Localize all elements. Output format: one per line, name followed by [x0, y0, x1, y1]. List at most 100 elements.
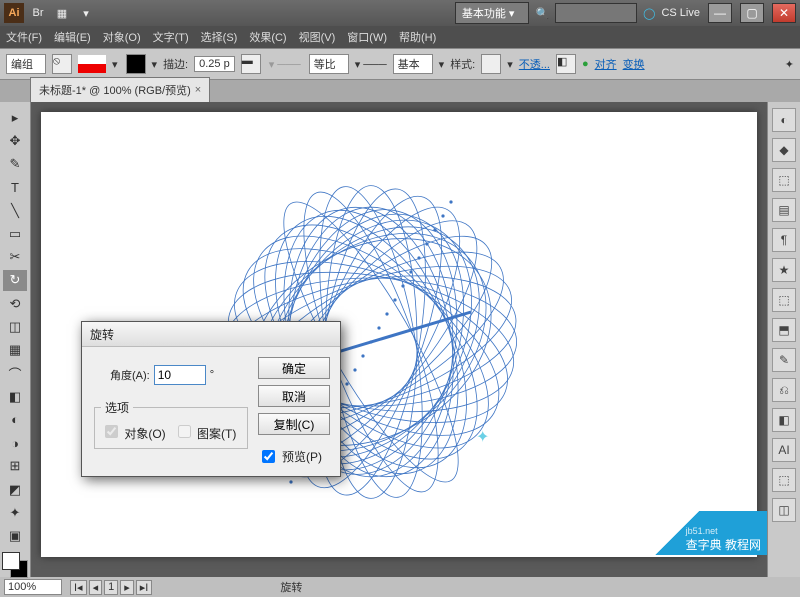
- menu-type[interactable]: 文字(T): [153, 29, 189, 45]
- page-nav[interactable]: I◂◂1▸▸I: [70, 580, 152, 595]
- panel-color[interactable]: ◐: [772, 108, 796, 132]
- tool-pen[interactable]: ✎: [3, 154, 27, 175]
- search-icon: 🔍: [535, 7, 549, 20]
- opacity-icon[interactable]: ◧: [556, 54, 576, 74]
- tool-rectangle[interactable]: ▭: [3, 223, 27, 244]
- selection-mode[interactable]: 编组: [6, 54, 46, 74]
- tool-slice[interactable]: ◩: [3, 479, 27, 500]
- panel-symbols[interactable]: ★: [772, 258, 796, 282]
- watermark-site: 查字典 教程网: [686, 536, 761, 553]
- tool-line[interactable]: ╲: [3, 200, 27, 221]
- menu-edit[interactable]: 编辑(E): [54, 29, 91, 45]
- fill-swatch[interactable]: [78, 55, 106, 73]
- tool-hand[interactable]: ✦: [3, 502, 27, 523]
- arrange-icon[interactable]: ▦: [52, 3, 72, 23]
- registration-icon[interactable]: ✦: [785, 58, 794, 71]
- tool-zoom[interactable]: ▣: [3, 526, 27, 547]
- panel-brush[interactable]: ✎: [772, 348, 796, 372]
- panel-layers[interactable]: ⬚: [772, 468, 796, 492]
- close-tab-icon[interactable]: ×: [195, 84, 201, 96]
- opt-patterns[interactable]: 图案(T): [174, 422, 237, 442]
- style-swatch[interactable]: [481, 54, 501, 74]
- ok-button[interactable]: 确定: [258, 357, 330, 379]
- bridge-icon[interactable]: Br: [28, 3, 48, 23]
- tool-type[interactable]: T: [3, 177, 27, 198]
- menu-effect[interactable]: 效果(C): [249, 29, 286, 45]
- close-button[interactable]: ✕: [772, 3, 796, 23]
- svg-text:✦: ✦: [476, 429, 489, 446]
- stroke-dash-icon[interactable]: ▬: [241, 54, 261, 74]
- fill-none-icon[interactable]: ⦸: [52, 54, 72, 74]
- panel-transparency[interactable]: ⬚: [772, 288, 796, 312]
- opt-objects[interactable]: 对象(O): [101, 422, 166, 442]
- copy-button[interactable]: 复制(C): [258, 413, 330, 435]
- opt-patterns-check[interactable]: [178, 425, 191, 438]
- preview-toggle[interactable]: 预览(P): [258, 447, 330, 466]
- panel-gradient[interactable]: ▤: [772, 198, 796, 222]
- stroke-label: 描边:: [163, 56, 188, 72]
- tool-panel: ▸ ✥ ✎ T ╲ ▭ ✂ ↻ ⟲ ◫ ▦ ⌒ ◧ ◐ ◑ ⊞ ◩ ✦ ▣: [0, 102, 31, 577]
- menu-select[interactable]: 选择(S): [201, 29, 238, 45]
- cancel-button[interactable]: 取消: [258, 385, 330, 407]
- tool-blend[interactable]: ◐: [3, 409, 27, 430]
- panel-swatches[interactable]: ◆: [772, 138, 796, 162]
- tool-scale[interactable]: ◫: [3, 316, 27, 337]
- cslive-icon[interactable]: ◯: [643, 7, 655, 20]
- panel-stroke[interactable]: ⬚: [772, 168, 796, 192]
- transform-link[interactable]: 变换: [623, 56, 645, 72]
- stroke-weight-input[interactable]: 0.25 p: [194, 56, 235, 72]
- stroke-swatch[interactable]: [126, 54, 146, 74]
- doc-tab-label: 未标题-1* @ 100% (RGB/预览): [39, 82, 191, 98]
- status-bar: 100% I◂◂1▸▸I 旋转: [0, 577, 800, 597]
- dialog-title[interactable]: 旋转: [82, 322, 340, 347]
- panel-appearance[interactable]: ⬒: [772, 318, 796, 342]
- scale-select[interactable]: 等比: [309, 54, 349, 74]
- tool-scissors[interactable]: ✂: [3, 247, 27, 268]
- preview-check[interactable]: [262, 450, 275, 463]
- tool-direct-select[interactable]: ✥: [3, 130, 27, 151]
- menu-view[interactable]: 视图(V): [299, 29, 336, 45]
- tool-eyedrop[interactable]: ◧: [3, 386, 27, 407]
- panel-paragraph[interactable]: ¶: [772, 228, 796, 252]
- fg-swatch[interactable]: [2, 552, 20, 570]
- tool-selection[interactable]: ▸: [3, 107, 27, 128]
- tool-artboard[interactable]: ⊞: [3, 456, 27, 477]
- options-fieldset: 选项 对象(O) 图案(T): [94, 399, 248, 449]
- profile-select[interactable]: 基本: [393, 54, 433, 74]
- tool-reflect[interactable]: ⟲: [3, 293, 27, 314]
- menu-object[interactable]: 对象(O): [103, 29, 141, 45]
- tool-rotate[interactable]: ↻: [3, 270, 27, 291]
- zoom-field[interactable]: 100%: [4, 579, 62, 595]
- tool-gradient[interactable]: ⌒: [3, 363, 27, 384]
- cslive-label[interactable]: CS Live: [661, 7, 700, 19]
- tool-symbol[interactable]: ◑: [3, 433, 27, 454]
- angle-input[interactable]: [154, 365, 206, 385]
- panel-artboards[interactable]: ◫: [772, 498, 796, 522]
- control-bar: 编组 ⦸ ▾ ▾ 描边: 0.25 p ▬ ▾ ─── 等比 ▾ ─── 基本 …: [0, 48, 800, 80]
- panel-character[interactable]: AI: [772, 438, 796, 462]
- align-link[interactable]: 对齐: [595, 56, 617, 72]
- menu-help[interactable]: 帮助(H): [399, 29, 436, 45]
- panel-align[interactable]: ◧: [772, 408, 796, 432]
- document-tab[interactable]: 未标题-1* @ 100% (RGB/预览) ×: [30, 77, 210, 102]
- menu-window[interactable]: 窗口(W): [347, 29, 387, 45]
- opacity-link[interactable]: 不透...: [519, 56, 550, 72]
- opt-objects-label: 对象(O): [124, 427, 165, 441]
- status-section: 旋转: [280, 579, 302, 595]
- color-swatches[interactable]: [0, 552, 26, 577]
- rotate-dialog: 旋转 角度(A): ° 选项 对象(O) 图案(T): [81, 321, 341, 477]
- opt-objects-check[interactable]: [105, 425, 118, 438]
- workspace-select[interactable]: 基本功能 ▾: [455, 2, 530, 24]
- opt-patterns-label: 图案(T): [197, 427, 236, 441]
- search-input[interactable]: [555, 3, 637, 23]
- panel-graphic-styles[interactable]: ⎌: [772, 378, 796, 402]
- dropdown-icon[interactable]: ▾: [76, 3, 96, 23]
- panel-dock: ◐ ◆ ⬚ ▤ ¶ ★ ⬚ ⬒ ✎ ⎌ ◧ AI ⬚ ◫: [767, 102, 800, 577]
- app-logo-icon: Ai: [4, 3, 24, 23]
- angle-label: 角度(A):: [110, 367, 150, 383]
- menu-bar: 文件(F) 编辑(E) 对象(O) 文字(T) 选择(S) 效果(C) 视图(V…: [0, 26, 800, 48]
- maximize-button[interactable]: ▢: [740, 3, 764, 23]
- minimize-button[interactable]: —: [708, 3, 732, 23]
- menu-file[interactable]: 文件(F): [6, 29, 42, 45]
- tool-mesh[interactable]: ▦: [3, 340, 27, 361]
